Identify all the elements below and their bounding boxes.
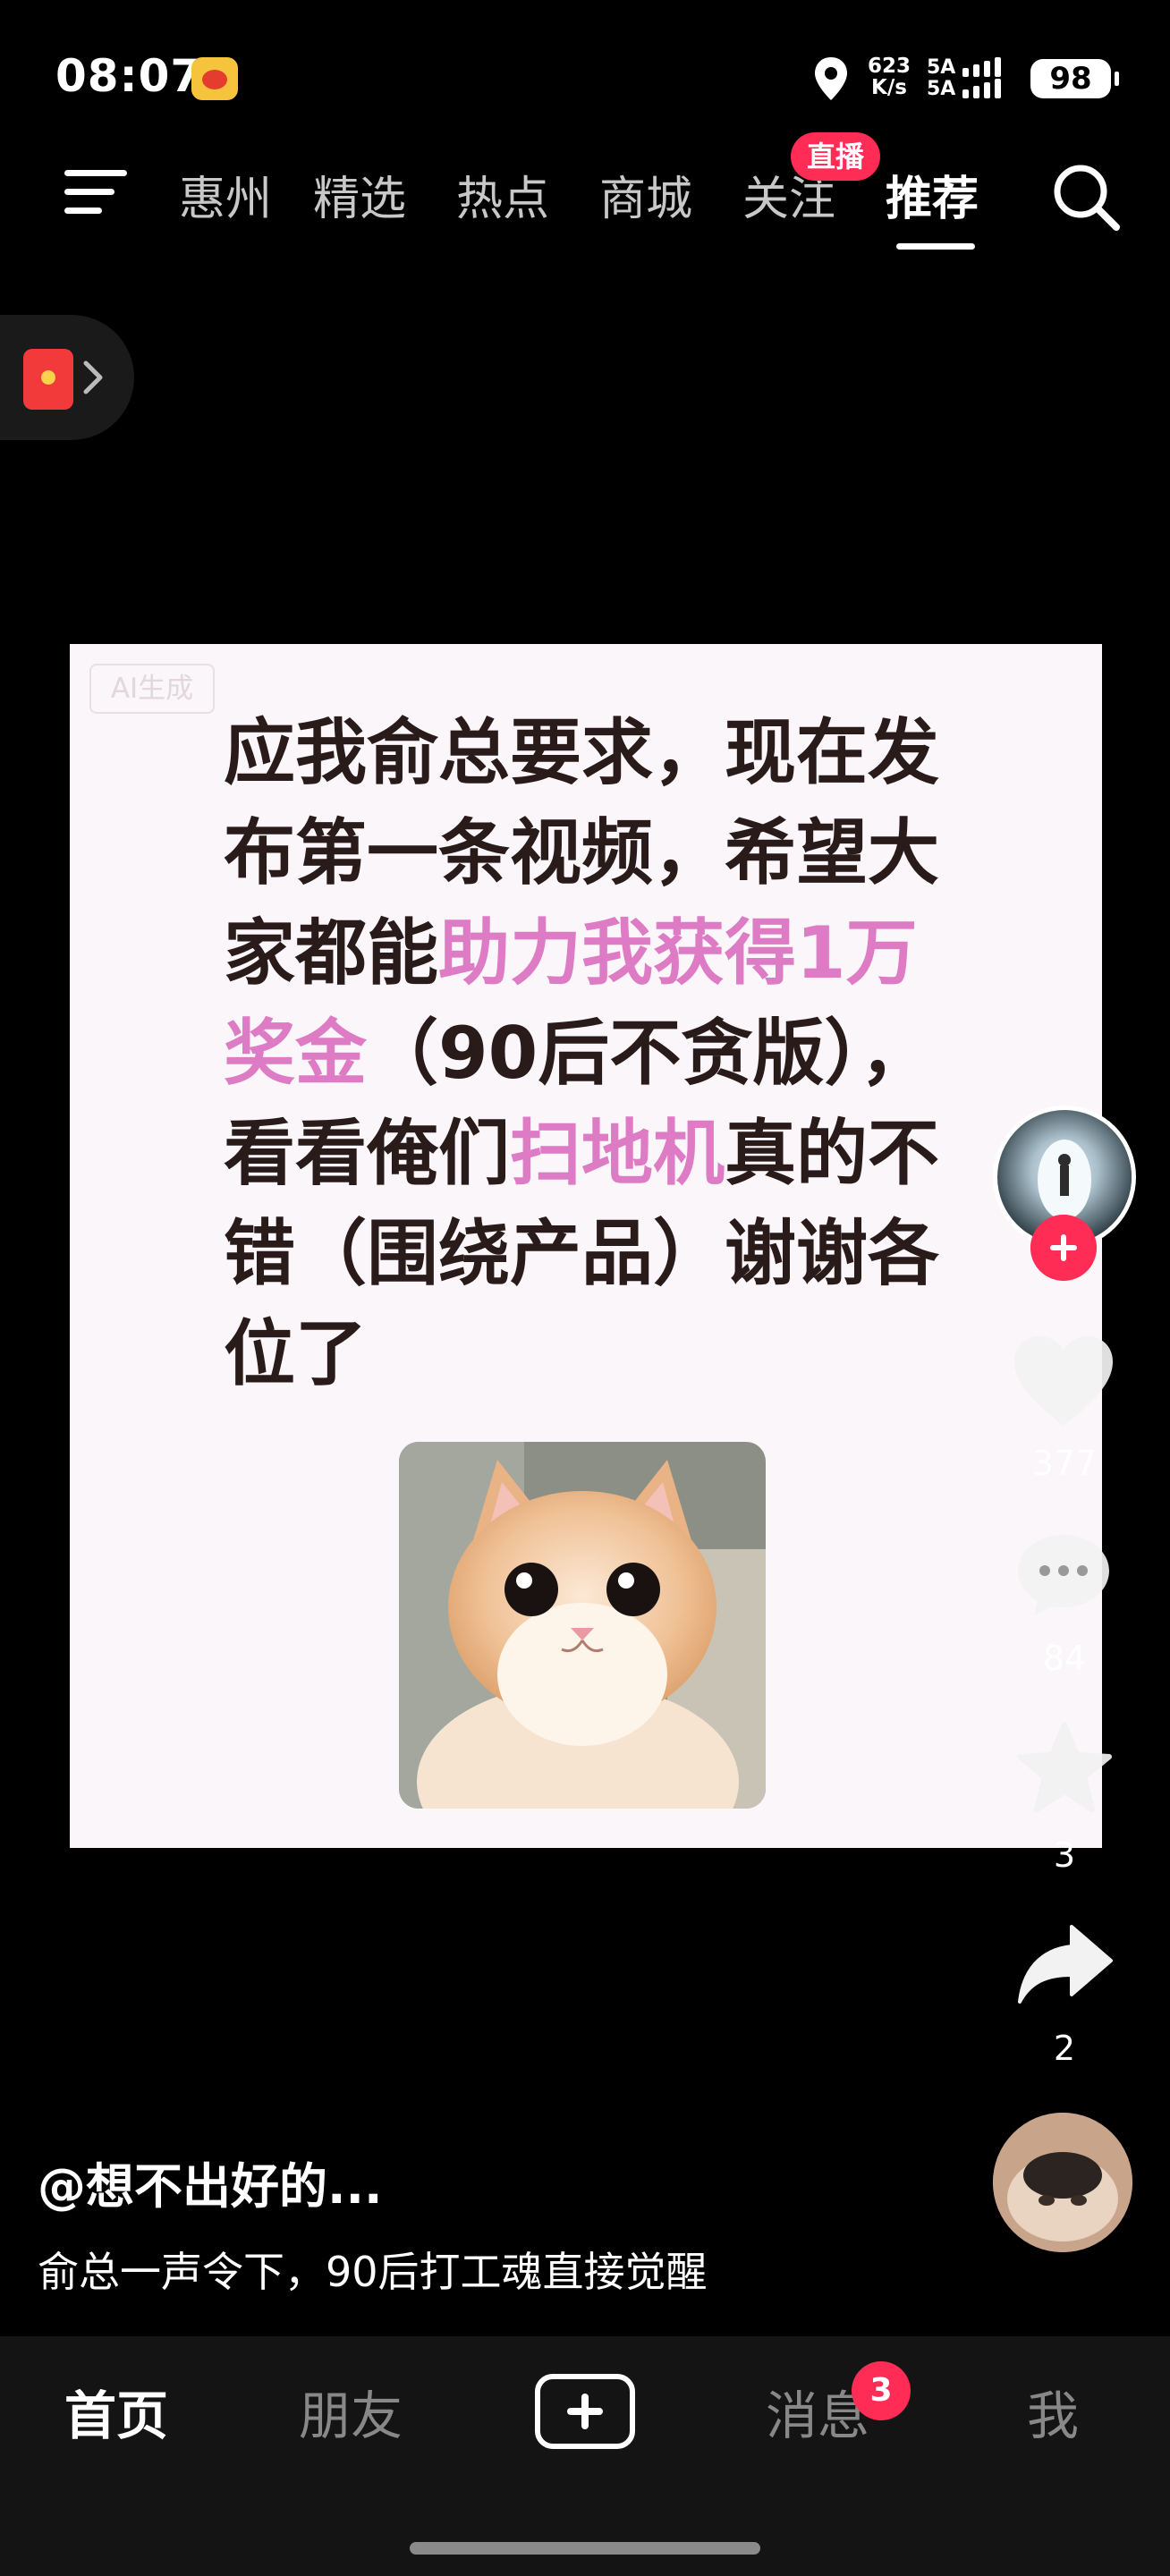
message-badge: 3 xyxy=(852,2361,911,2420)
location-icon xyxy=(815,57,847,100)
music-disc[interactable] xyxy=(993,2113,1132,2252)
video-caption[interactable]: 俞总一声令下，90后打工魂直接觉醒 xyxy=(38,2240,708,2299)
tab-home[interactable]: 首页 xyxy=(64,2374,168,2449)
ai-generated-tag: AI生成 xyxy=(89,664,215,714)
search-icon[interactable] xyxy=(1048,159,1123,234)
signal-label-1: 5A xyxy=(927,56,956,79)
active-tab-underline xyxy=(896,243,975,250)
comment-count: 84 xyxy=(1042,1639,1087,1678)
heart-icon[interactable] xyxy=(1011,1333,1116,1429)
tab-huizhou[interactable]: 惠州 xyxy=(179,161,272,228)
tab-recommended[interactable]: 推荐 xyxy=(886,161,979,228)
top-nav: 惠州 精选 热点 商城 关注 直播 推荐 xyxy=(0,132,1170,259)
tab-me[interactable]: 我 xyxy=(1027,2374,1079,2449)
network-speed: 623 K/s xyxy=(868,55,911,98)
share-icon[interactable] xyxy=(1016,1923,1115,2005)
video-text-highlight: 扫地机 xyxy=(510,1112,725,1195)
live-badge: 直播 xyxy=(791,132,880,181)
video-content[interactable]: AI生成 应我俞总要求，现在发布第一条视频，希望大家都能助力我获得1万奖金（90… xyxy=(70,644,1102,1848)
chevron-right-icon xyxy=(83,360,103,394)
battery-indicator: 98 xyxy=(1030,59,1119,98)
signal-bars-icon xyxy=(962,57,1001,98)
network-speed-value: 623 xyxy=(868,55,911,78)
create-post-button[interactable] xyxy=(535,2374,635,2449)
home-indicator[interactable] xyxy=(410,2542,760,2555)
author-name[interactable]: @想不出好的... xyxy=(38,2147,383,2217)
weibo-notification-icon xyxy=(191,57,238,100)
share-count: 2 xyxy=(1053,2029,1076,2068)
signal-label-2: 5A xyxy=(927,78,956,100)
star-icon[interactable] xyxy=(1016,1721,1113,1814)
status-bar: 08:07 623 K/s 5A 5A 98 xyxy=(0,0,1170,152)
tab-featured[interactable]: 精选 xyxy=(313,161,406,228)
bottom-tab-bar: 首页 朋友 消息 3 我 xyxy=(0,2336,1170,2576)
plus-icon xyxy=(567,2394,603,2429)
status-time: 08:07 xyxy=(55,50,203,102)
comment-icon[interactable] xyxy=(1014,1531,1113,1617)
like-count: 377 xyxy=(1031,1444,1098,1483)
video-overlay-text: 应我俞总要求，现在发布第一条视频，希望大家都能助力我获得1万奖金（90后不贪版）… xyxy=(224,703,957,1404)
tab-mall[interactable]: 商城 xyxy=(599,161,692,228)
signal-indicator: 5A 5A xyxy=(927,55,1014,102)
red-envelope-icon xyxy=(23,349,73,410)
cat-image xyxy=(399,1442,766,1809)
music-disc-image xyxy=(993,2113,1132,2252)
network-speed-unit: K/s xyxy=(871,76,907,99)
red-packet-widget[interactable] xyxy=(0,315,134,440)
favorite-count: 3 xyxy=(1053,1835,1076,1875)
follow-plus-button[interactable] xyxy=(1030,1215,1097,1281)
menu-icon[interactable] xyxy=(64,165,129,218)
tab-hot[interactable]: 热点 xyxy=(456,161,549,228)
tab-friends[interactable]: 朋友 xyxy=(299,2374,403,2449)
